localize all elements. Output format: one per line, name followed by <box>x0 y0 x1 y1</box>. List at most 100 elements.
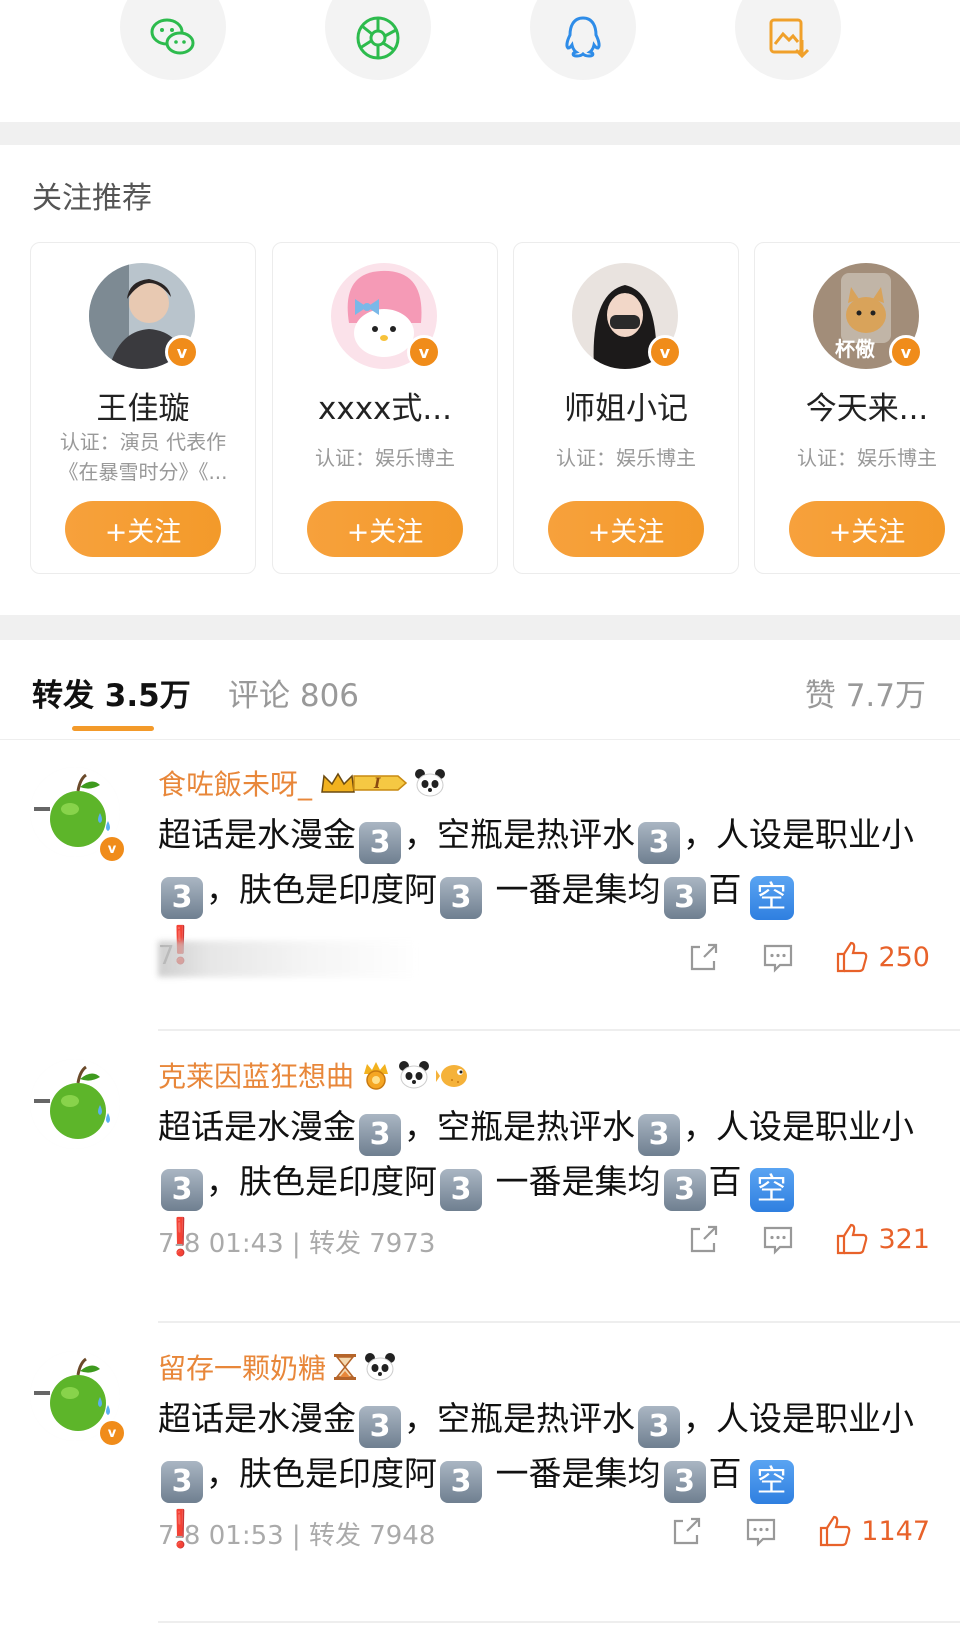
follow-button[interactable]: +关注 <box>789 501 945 557</box>
avatar[interactable]: 杯儆 v <box>813 263 923 371</box>
verified-badge-icon: v <box>648 335 682 369</box>
follow-button[interactable]: +关注 <box>65 501 221 557</box>
certification-line: 认证：娱乐博主 <box>556 446 696 470</box>
verified-badge-icon: v <box>407 335 441 369</box>
follow-button[interactable]: +关注 <box>548 501 704 557</box>
save-image-icon <box>769 18 810 59</box>
level-badge-text: I <box>373 776 381 792</box>
panda-icon <box>365 1353 396 1381</box>
vip-crown-badge-icon: I <box>318 768 408 798</box>
keycap-three-icon: 3 <box>359 822 401 864</box>
keycap-three-icon: 3 <box>161 1169 203 1211</box>
user-name: 王佳璇 <box>96 391 190 427</box>
comment-meta: 7-8 01:43 | 转发 7973 <box>158 1229 436 1259</box>
section-gap <box>0 122 960 145</box>
comment-username[interactable]: 克莱因蓝狂想曲 <box>158 1055 470 1095</box>
wechat-icon <box>150 18 195 55</box>
share-qq-button[interactable] <box>530 0 636 80</box>
comment-actions: 1147 <box>669 1513 930 1549</box>
keycap-three-icon: 3 <box>663 1461 706 1503</box>
like-icon[interactable] <box>834 939 870 975</box>
active-tab-indicator <box>72 726 154 731</box>
keycap-three-icon: 3 <box>638 1114 680 1156</box>
keycap-three-icon: 3 <box>638 1406 680 1448</box>
like-count: 250 <box>878 941 930 973</box>
certification-line: 《在暴雪时分》《... <box>58 460 228 484</box>
share-moments-button[interactable] <box>325 0 431 80</box>
comment-icon[interactable] <box>743 1513 779 1549</box>
share-row <box>0 0 960 122</box>
divider <box>158 1029 960 1031</box>
avatar[interactable]: v <box>572 263 682 371</box>
crown-medal-icon <box>364 1062 389 1090</box>
keycap-three-icon: 3 <box>161 877 203 919</box>
keycap-three-icon: 3 <box>440 1461 482 1503</box>
share-icon[interactable] <box>669 1513 705 1549</box>
user-name: 今天来... <box>805 391 929 427</box>
comment-username[interactable]: 食咗飯未呀_ I <box>158 763 446 803</box>
keycap-three-icon: 3 <box>440 877 482 919</box>
share-icon[interactable] <box>686 939 722 975</box>
certification-line: 认证：娱乐博主 <box>797 446 937 470</box>
repost-item[interactable]: 克莱因蓝狂想曲 超话是水漫金 3 ，空瓶是热评水 3 ，人设是职业小3 ，肤色是印度阿 3 … <box>0 1033 960 1323</box>
kong-emoji-icon: 空 <box>749 876 794 920</box>
qq-icon <box>565 16 601 58</box>
repost-item[interactable]: v 食咗飯未呀_ I 超话是水漫金 3 ，空瓶是热评水 3 ，人设是职业小3 ，肤色是印度… <box>0 741 960 1031</box>
like-count: 321 <box>878 1223 930 1255</box>
avatar[interactable]: v <box>89 263 199 371</box>
panda-icon <box>399 1061 430 1089</box>
keycap-three-icon: 3 <box>161 1461 203 1503</box>
kong-emoji-icon: 空 <box>749 1168 794 1212</box>
comment-actions: 321 <box>686 1221 930 1257</box>
recommend-card[interactable]: v 王佳璇 认证：演员 代表作 《在暴雪时分》《... +关注 <box>30 242 256 574</box>
comment-meta: 7-8 01:53 | 转发 7948 <box>158 1521 436 1551</box>
comment-icon[interactable] <box>760 1221 796 1257</box>
moments-icon <box>356 16 400 60</box>
section-title: 关注推荐 <box>32 181 152 216</box>
pufferfish-icon <box>436 1065 468 1087</box>
like-icon[interactable] <box>834 1221 870 1257</box>
follow-recommendations: 关注推荐 v 王佳璇 认证：演员 代表作 《在暴雪时分》《... +关注 v x… <box>0 145 960 615</box>
panda-icon <box>415 769 446 797</box>
verified-badge-icon: v <box>98 835 126 863</box>
avatar[interactable]: v <box>331 263 441 371</box>
share-icon[interactable] <box>686 1221 722 1257</box>
recommend-card[interactable]: v 师姐小记 认证：娱乐博主 +关注 <box>513 242 739 574</box>
username-text: 克莱因蓝狂想曲 <box>158 1060 355 1093</box>
comment-icon[interactable] <box>760 939 796 975</box>
hourglass-icon <box>334 1354 357 1380</box>
avatar-caption: 杯儆 <box>835 337 875 361</box>
tab-likes[interactable]: 赞 7.7万 <box>805 670 926 715</box>
section-gap <box>0 615 960 640</box>
keycap-three-icon: 3 <box>359 1114 401 1156</box>
share-wechat-button[interactable] <box>120 0 226 80</box>
user-name: 师姐小记 <box>564 391 688 427</box>
like-icon[interactable] <box>817 1513 853 1549</box>
comment-actions: 250 <box>686 939 930 975</box>
tab-comments[interactable]: 评论 806 <box>228 670 359 715</box>
verified-badge-icon: v <box>889 335 923 369</box>
keycap-three-icon: 3 <box>638 822 680 864</box>
follow-button[interactable]: +关注 <box>307 501 463 557</box>
keycap-three-icon: 3 <box>359 1406 401 1448</box>
avatar[interactable] <box>30 1059 120 1149</box>
tab-repost[interactable]: 转发 3.5万 <box>32 670 191 715</box>
recommend-card[interactable]: v xxxx式... 认证：娱乐博主 +关注 <box>272 242 498 574</box>
certification-line: 认证：演员 代表作 <box>59 430 227 454</box>
user-name: xxxx式... <box>318 391 452 427</box>
certification-line: 认证：娱乐博主 <box>315 446 455 470</box>
comment-username[interactable]: 留存一颗奶糖 <box>158 1347 396 1387</box>
username-text: 食咗飯未呀_ <box>158 768 313 801</box>
keycap-three-icon: 3 <box>663 1169 706 1211</box>
blurred-meta <box>158 941 418 977</box>
interaction-tabs: 转发 3.5万 评论 806 赞 7.7万 <box>0 640 960 740</box>
verified-badge-icon: v <box>98 1419 126 1447</box>
verified-badge-icon: v <box>165 335 199 369</box>
divider <box>158 1321 960 1323</box>
divider <box>158 1621 960 1623</box>
keycap-three-icon: 3 <box>440 1169 482 1211</box>
save-image-button[interactable] <box>735 0 841 80</box>
repost-item[interactable]: v 留存一颗奶糖 超话是水漫金 3 ，空瓶是热评水 3 ，人设是职业小3 ，肤色是印度阿 3… <box>0 1325 960 1629</box>
username-text: 留存一颗奶糖 <box>158 1352 327 1385</box>
recommend-card[interactable]: 杯儆 v 今天来... 认证：娱乐博主 +关注 <box>754 242 960 574</box>
